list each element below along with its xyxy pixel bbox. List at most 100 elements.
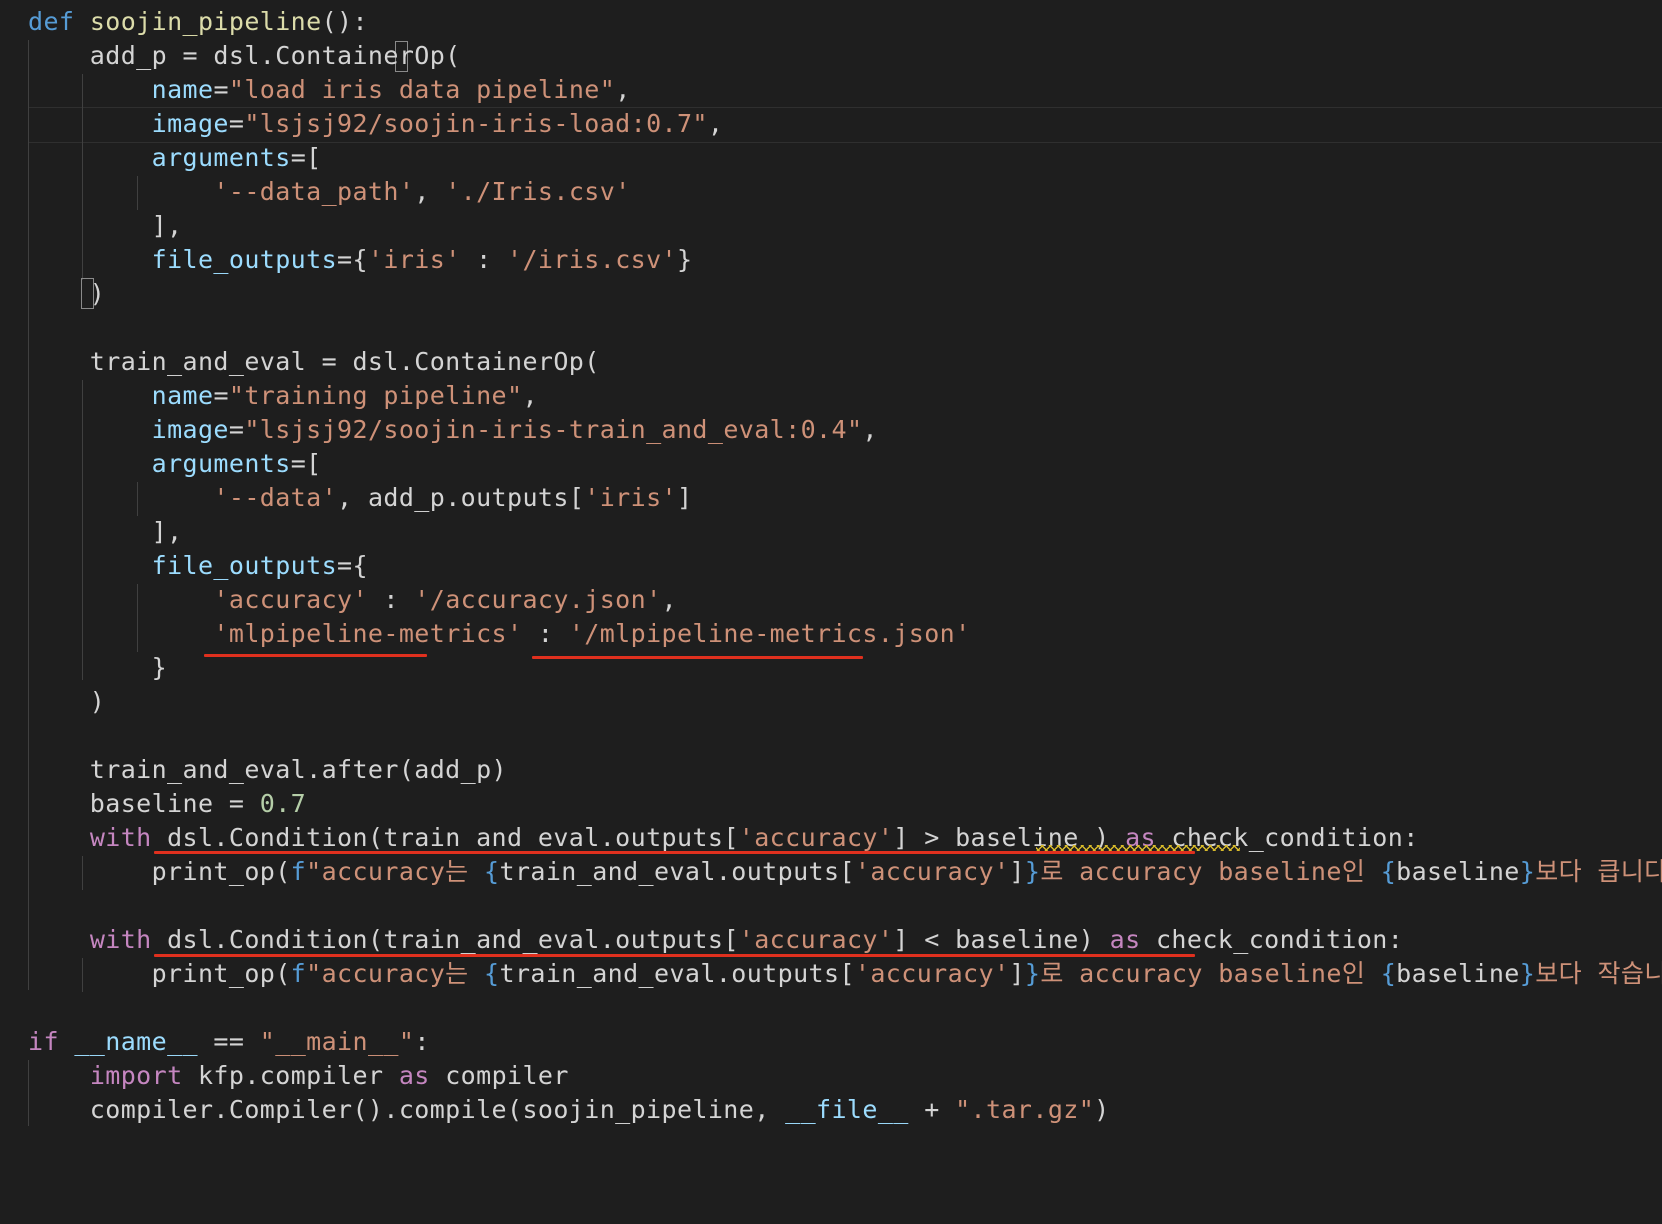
code-token: if: [28, 1027, 59, 1056]
code-line[interactable]: arguments=[: [28, 140, 322, 176]
code-token: "accuracy는: [306, 857, 485, 886]
code-token: soojin_pipeline: [89, 7, 322, 36]
code-line[interactable]: def soojin_pipeline():: [28, 4, 368, 40]
code-line[interactable]: '--data', add_p.outputs['iris']: [28, 480, 692, 516]
code-token: }: [677, 245, 693, 274]
code-line[interactable]: print_op(f"accuracy는 {train_and_eval.out…: [28, 956, 1662, 992]
code-token: =[: [290, 449, 322, 478]
code-token: 0.7: [259, 789, 307, 818]
code-token: ,: [615, 75, 631, 104]
code-token: name: [151, 75, 214, 104]
code-token: 로 accuracy baseline인: [1040, 959, 1381, 988]
code-token: def: [28, 7, 75, 36]
code-line[interactable]: 'mlpipeline-metrics' : '/mlpipeline-metr…: [28, 616, 971, 652]
code-token: add_p = dsl.ContainerOp(: [28, 41, 461, 70]
code-token: ={: [337, 551, 368, 580]
code-token: "lsjsj92/soojin-iris-load:0.7": [244, 109, 708, 138]
code-token: compiler: [429, 1061, 569, 1090]
code-line[interactable]: }: [28, 650, 167, 686]
code-line[interactable]: '--data_path', './Iris.csv': [28, 174, 631, 210]
code-line[interactable]: baseline = 0.7: [28, 786, 306, 822]
code-token: baseline: [1396, 857, 1520, 886]
code-token: arguments: [151, 449, 291, 478]
code-token: 보다 큽니다!": [1535, 857, 1662, 886]
code-token: file_outputs: [151, 245, 338, 274]
code-token: compiler.Compiler().compile(soojin_pipel…: [28, 1095, 786, 1124]
code-line[interactable]: file_outputs={'iris' : '/iris.csv'}: [28, 242, 692, 278]
code-token: , add_p.outputs[: [337, 483, 585, 512]
code-token: '/accuracy.json': [414, 585, 662, 614]
code-token: with: [89, 925, 152, 954]
code-token: ,: [707, 109, 724, 138]
code-line[interactable]: compiler.Compiler().compile(soojin_pipel…: [28, 1092, 1110, 1128]
warning-squiggle: [1036, 845, 1240, 851]
code-token: {: [1380, 959, 1397, 988]
code-token: '/iris.csv': [507, 245, 677, 274]
code-line[interactable]: 'accuracy' : '/accuracy.json',: [28, 582, 677, 618]
code-token: '/mlpipeline-metrics.json': [568, 619, 971, 648]
code-token: ]: [677, 483, 693, 512]
code-line[interactable]: print_op(f"accuracy는 { train_and_eval.out…: [28, 854, 1662, 890]
code-token: train_and_eval.outputs[: [499, 959, 855, 988]
code-token: 'iris': [367, 245, 461, 274]
code-token: "training pipeline": [228, 381, 523, 410]
code-token: =: [213, 381, 229, 410]
code-token: ,: [522, 381, 538, 410]
code-token: ]: [1009, 959, 1025, 988]
code-line[interactable]: image="lsjsj92/soojin-iris-train_and_eva…: [28, 412, 878, 448]
code-line[interactable]: add_p = dsl.ContainerOp(: [28, 38, 461, 74]
code-token: ],: [28, 517, 183, 546]
code-token: +: [908, 1095, 956, 1124]
code-line[interactable]: ): [28, 684, 105, 720]
annotation-underline-condition-less: [154, 954, 1195, 957]
code-line[interactable]: image="lsjsj92/soojin-iris-load:0.7",: [28, 106, 723, 142]
code-token: {: [484, 959, 500, 988]
code-token: :: [367, 585, 415, 614]
code-line[interactable]: name="training pipeline",: [28, 378, 538, 414]
code-line[interactable]: ],: [28, 208, 183, 244]
code-line[interactable]: import kfp.compiler as compiler: [28, 1058, 569, 1094]
code-editor[interactable]: def soojin_pipeline(): add_p = dsl.Conta…: [0, 0, 1662, 1224]
code-token: file_outputs: [151, 551, 338, 580]
code-line[interactable]: name="load iris data pipeline",: [28, 72, 631, 108]
annotation-underline-metrics-key: [204, 654, 427, 657]
code-line[interactable]: arguments=[: [28, 446, 322, 482]
code-token: 'accuracy': [738, 823, 894, 852]
code-token: train_and_eval = dsl.ContainerOp(: [28, 347, 600, 376]
code-line[interactable]: with dsl.Condition(train_and_eval.output…: [28, 922, 1403, 958]
annotation-underline-metrics-path: [532, 656, 863, 659]
code-line[interactable]: ],: [28, 514, 183, 550]
code-line[interactable]: if __name__ == "__main__":: [28, 1024, 430, 1060]
code-token: {: [1380, 857, 1397, 886]
code-token: train_and_eval.outputs[: [499, 857, 855, 886]
code-token: ): [1094, 1095, 1110, 1124]
code-token: print_op(: [28, 857, 291, 886]
code-token: ): [28, 279, 106, 308]
code-token: :: [414, 1027, 430, 1056]
code-line[interactable]: ): [28, 276, 105, 312]
code-token: f: [290, 857, 307, 886]
code-token: ,: [661, 585, 677, 614]
code-line[interactable]: train_and_eval.after(add_p): [28, 752, 507, 788]
code-token: with: [89, 823, 152, 852]
code-token: =: [213, 75, 229, 104]
code-token: :: [522, 619, 569, 648]
code-line[interactable]: train_and_eval = dsl.ContainerOp(: [28, 344, 600, 380]
code-token: ==: [197, 1027, 260, 1056]
code-token: ],: [28, 211, 183, 240]
code-line[interactable]: file_outputs={: [28, 548, 368, 584]
code-token: "accuracy는: [306, 959, 485, 988]
